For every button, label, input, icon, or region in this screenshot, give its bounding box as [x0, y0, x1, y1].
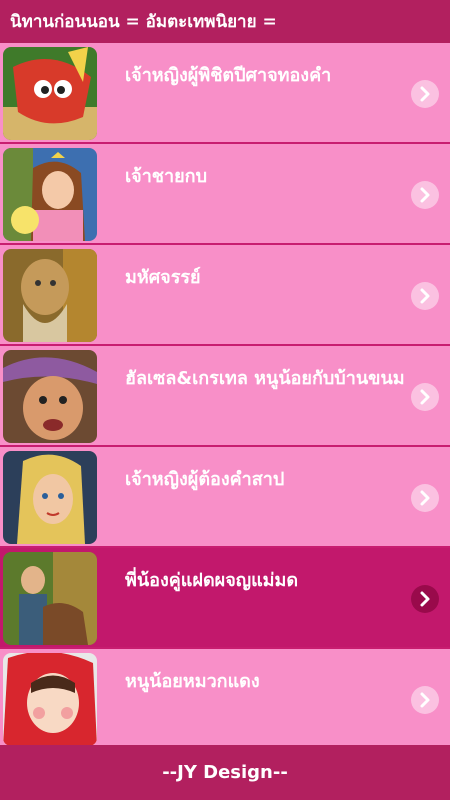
red-riding-hood-thumbnail	[3, 653, 97, 746]
chevron-right-icon[interactable]	[411, 585, 439, 613]
app-footer: --JY Design--	[0, 745, 450, 800]
frog-prince-thumbnail	[3, 148, 97, 241]
story-item[interactable]: เจ้าหญิงผู้ต้องคำสาป	[0, 447, 450, 548]
twins-thumbnail	[3, 552, 97, 645]
story-item[interactable]: มหัศจรรย์	[0, 245, 450, 346]
story-item[interactable]: หนูน้อยหมวกแดง	[0, 649, 450, 750]
witch-thumbnail	[3, 350, 97, 443]
story-item[interactable]: ฮัลเซล&เกรเทล หนูน้อยกับบ้านขนม	[0, 346, 450, 447]
story-list: เจ้าหญิงผู้พิชิตปีศาจทองคำ เจ้าชายกบ มหั…	[0, 43, 450, 750]
header-title: นิทานก่อนนอน = อัมตะเทพนิยาย =	[10, 12, 277, 32]
app-header: นิทานก่อนนอน = อัมตะเทพนิยาย =	[0, 0, 450, 43]
story-title: ฮัลเซล&เกรเทล หนูน้อยกับบ้านขนม	[125, 368, 405, 389]
story-item[interactable]: พี่น้องคู่แฝดผจญแม่มด	[0, 548, 450, 649]
chevron-right-icon[interactable]	[411, 282, 439, 310]
cursed-princess-thumbnail	[3, 451, 97, 544]
chevron-right-icon[interactable]	[411, 383, 439, 411]
chevron-right-icon[interactable]	[411, 80, 439, 108]
story-item[interactable]: เจ้าหญิงผู้พิชิตปีศาจทองคำ	[0, 43, 450, 144]
story-item[interactable]: เจ้าชายกบ	[0, 144, 450, 245]
story-title: เจ้าหญิงผู้พิชิตปีศาจทองคำ	[125, 65, 332, 86]
story-title: มหัศจรรย์	[125, 267, 201, 288]
chevron-right-icon[interactable]	[411, 686, 439, 714]
chevron-right-icon[interactable]	[411, 484, 439, 512]
story-title: เจ้าชายกบ	[125, 166, 208, 187]
story-title: หนูน้อยหมวกแดง	[125, 671, 260, 692]
chevron-right-icon[interactable]	[411, 181, 439, 209]
story-title: พี่น้องคู่แฝดผจญแม่มด	[125, 570, 299, 591]
old-man-thumbnail	[3, 249, 97, 342]
princess-golden-demon-thumbnail	[3, 47, 97, 140]
story-title: เจ้าหญิงผู้ต้องคำสาป	[125, 469, 285, 490]
footer-credit: --JY Design--	[162, 762, 288, 783]
